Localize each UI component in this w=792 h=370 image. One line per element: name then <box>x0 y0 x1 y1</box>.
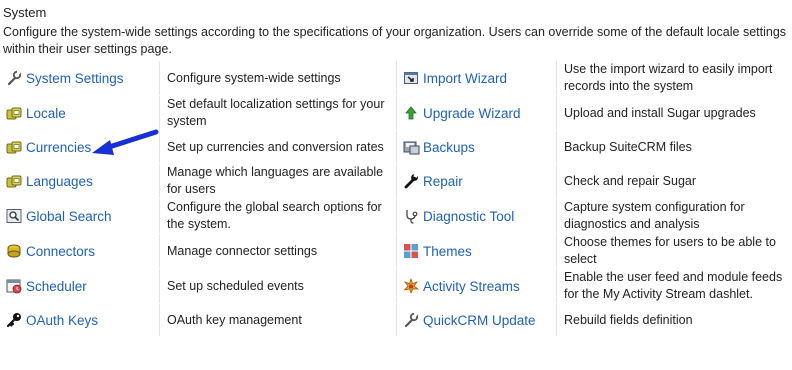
import-icon <box>403 70 420 86</box>
currency-icon <box>6 139 23 155</box>
themes-icon <box>403 243 420 259</box>
connectors-icon <box>6 243 23 259</box>
global-search-description: Configure the global search options for … <box>167 200 382 231</box>
repair-wrench-icon <box>403 173 420 189</box>
backups-description: Backup SuiteCRM files <box>564 139 692 154</box>
table-row: Connectors Manage connector settings The… <box>0 233 792 269</box>
quickcrm-update-link[interactable]: QuickCRM Update <box>423 313 536 328</box>
global-search-link[interactable]: Global Search <box>26 209 112 224</box>
import-wizard-description: Use the import wizard to easily import r… <box>564 62 773 93</box>
languages-icon <box>6 173 23 189</box>
locale-icon <box>6 105 23 121</box>
scheduler-description: Set up scheduled events <box>167 278 304 293</box>
currencies-link[interactable]: Currencies <box>26 140 91 155</box>
backup-icon <box>403 139 420 155</box>
activity-streams-link[interactable]: Activity Streams <box>423 279 520 294</box>
connectors-description: Manage connector settings <box>167 243 318 258</box>
upgrade-wizard-link[interactable]: Upgrade Wizard <box>423 106 521 121</box>
diagnostic-tool-description: Capture system configuration for diagnos… <box>564 200 745 231</box>
stethoscope-icon <box>403 208 420 224</box>
currencies-description: Set up currencies and conversion rates <box>167 139 384 154</box>
activity-streams-description: Enable the user feed and module feeds fo… <box>564 270 783 301</box>
themes-description: Choose themes for users to be able to se… <box>564 235 776 266</box>
table-row: System Settings Configure system-wide se… <box>0 61 792 96</box>
table-row: Scheduler Set up scheduled events Activi… <box>0 268 792 304</box>
system-settings-description: Configure system-wide settings <box>167 70 341 85</box>
import-wizard-link[interactable]: Import Wizard <box>423 71 507 86</box>
oauth-keys-link[interactable]: OAuth Keys <box>26 313 98 328</box>
upgrade-arrow-icon <box>403 105 420 121</box>
quickcrm-wrench-icon <box>403 312 420 328</box>
connectors-link[interactable]: Connectors <box>26 244 95 259</box>
admin-system-panel: System Configure the system-wide setting… <box>0 0 792 370</box>
admin-settings-table: System Settings Configure system-wide se… <box>0 61 792 337</box>
table-row: Languages Manage which languages are ava… <box>0 163 792 199</box>
quickcrm-update-description: Rebuild fields definition <box>564 312 693 327</box>
scheduler-link[interactable]: Scheduler <box>26 279 87 294</box>
key-icon <box>6 312 23 328</box>
global-search-icon <box>6 208 23 224</box>
table-row: Currencies Set up currencies and convers… <box>0 130 792 164</box>
backups-link[interactable]: Backups <box>423 140 475 155</box>
repair-description: Check and repair Sugar <box>564 173 697 188</box>
table-row: Global Search Configure the global searc… <box>0 198 792 234</box>
languages-link[interactable]: Languages <box>26 174 93 189</box>
languages-description: Manage which languages are available for… <box>167 165 384 196</box>
activity-streams-icon <box>403 278 420 294</box>
locale-link[interactable]: Locale <box>26 106 66 121</box>
table-row: OAuth Keys OAuth key management QuickCRM… <box>0 303 792 337</box>
upgrade-wizard-description: Upload and install Sugar upgrades <box>564 105 756 120</box>
themes-link[interactable]: Themes <box>423 244 472 259</box>
repair-link[interactable]: Repair <box>423 174 463 189</box>
system-settings-link[interactable]: System Settings <box>26 71 124 86</box>
scheduler-icon <box>6 278 23 294</box>
table-row: Locale Set default localization settings… <box>0 95 792 131</box>
section-title: System <box>3 5 47 20</box>
diagnostic-tool-link[interactable]: Diagnostic Tool <box>423 209 514 224</box>
locale-description: Set default localization settings for yo… <box>167 97 385 128</box>
wrench-icon <box>6 70 23 86</box>
oauth-keys-description: OAuth key management <box>167 312 302 327</box>
section-description: Configure the system-wide settings accor… <box>3 25 787 56</box>
